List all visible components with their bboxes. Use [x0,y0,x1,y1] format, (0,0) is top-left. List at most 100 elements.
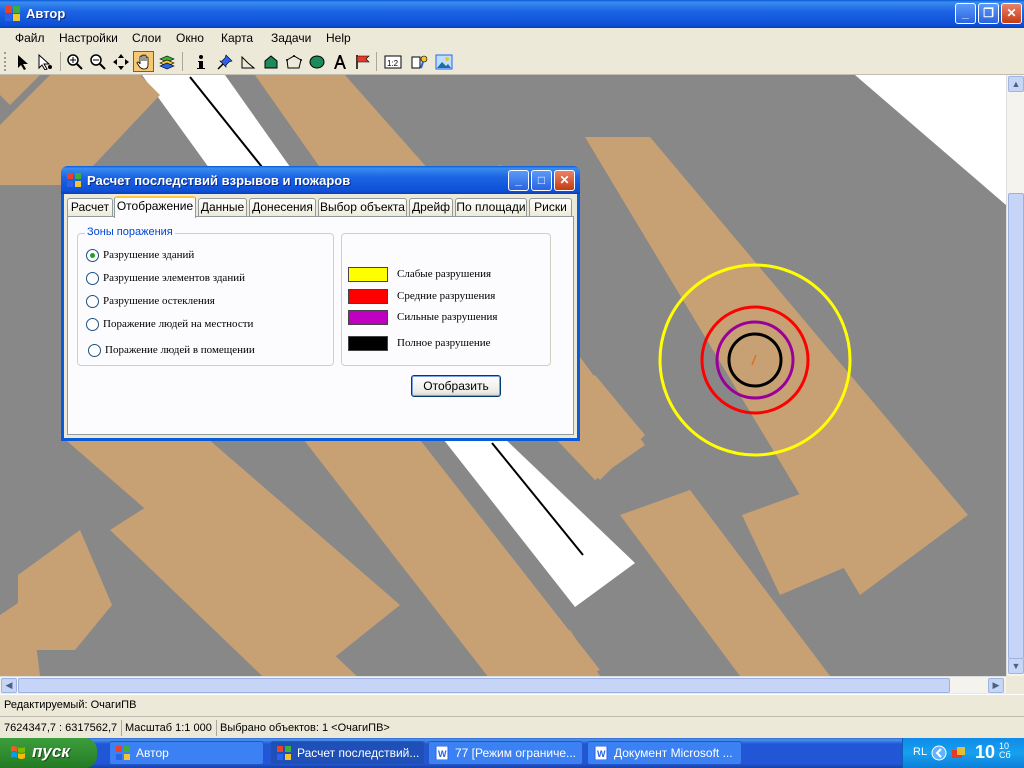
tab-risks[interactable]: Риски [529,198,572,217]
toolbar-grip[interactable] [4,52,7,71]
radio-button[interactable] [86,295,99,308]
pin-icon[interactable] [214,51,235,72]
status-divider [216,720,217,736]
status-bar-editing: Редактируемый: ОчагиПВ [0,694,1024,716]
dialog-title: Расчет последствий взрывов и пожаров [87,173,351,188]
task-author[interactable]: Автор [109,741,264,765]
menu-settings[interactable]: Настройки [59,31,118,45]
maximize-button[interactable]: ❐ [978,3,999,24]
radio-button[interactable] [86,272,99,285]
svg-text:W: W [438,749,447,759]
zones-group-title: Зоны поражения [85,226,175,238]
menu-bar: Файл Настройки Слои Окно Карта Задачи He… [0,28,1024,48]
horizontal-scroll-thumb[interactable] [18,678,950,693]
display-tab-panel: Зоны поражения Разрушение зданий Разруше… [67,216,574,435]
radio-label: Поражение людей на местности [103,318,254,330]
task-label: 77 [Режим ограниче... [455,746,577,760]
tray-app-icon[interactable] [951,745,967,761]
legend-label: Средние разрушения [397,290,496,302]
scroll-down-icon[interactable]: ▼ [1008,658,1024,674]
legend-swatch-full [348,336,388,351]
legend-label: Слабые разрушения [397,268,492,280]
radio-button[interactable] [88,344,101,357]
legend-swatch-strong [348,310,388,325]
polyline-icon[interactable] [237,51,258,72]
tab-object-select[interactable]: Выбор объекта [318,198,407,217]
explosion-calc-dialog: Расчет последствий взрывов и пожаров _ □… [61,166,580,441]
dialog-body: Расчет Отображение Данные Донесения Выбо… [64,194,577,438]
toolbar-separator [182,52,183,71]
app-icon [116,746,130,760]
zoom-in-icon[interactable] [64,51,85,72]
scroll-up-icon[interactable]: ▲ [1008,76,1024,92]
layers-icon[interactable] [156,51,177,72]
close-button[interactable]: ✕ [1001,3,1022,24]
word-doc-icon: W [435,746,449,760]
dialog-title-bar[interactable]: Расчет последствий взрывов и пожаров _ □… [61,166,580,194]
tab-strip: Расчет Отображение Данные Донесения Выбо… [67,196,574,218]
menu-map[interactable]: Карта [221,31,253,45]
language-indicator[interactable]: RL [913,746,927,758]
ellipse-icon[interactable] [306,51,327,72]
dialog-close-button[interactable]: ✕ [554,170,575,191]
radio-label: Разрушение элементов зданий [103,272,245,284]
tab-reports[interactable]: Донесения [249,198,316,217]
radio-label: Разрушение зданий [103,249,195,261]
arrow-select-icon[interactable] [12,51,33,72]
toolbar-separator [376,52,377,71]
scroll-right-icon[interactable]: ▶ [988,678,1004,693]
image-icon[interactable] [433,51,454,72]
editing-layer-text: Редактируемый: ОчагиПВ [4,699,137,711]
selected-objects-readout: Выбрано объектов: 1 <ОчагиПВ> [220,722,390,734]
settings-icon[interactable] [409,51,430,72]
menu-help[interactable]: Help [326,31,351,45]
text-icon[interactable] [329,51,350,72]
tab-data[interactable]: Данные [198,198,247,217]
flag-icon[interactable] [352,51,373,72]
clock-hour: 10 [975,742,996,762]
coords-readout: 7624347,7 : 6317562,7 [4,722,118,734]
minimize-button[interactable]: _ [955,3,976,24]
status-bar-info: 7624347,7 : 6317562,7 Масштаб 1:1 000 Вы… [0,716,1024,738]
hand-icon[interactable] [133,51,154,72]
menu-tasks[interactable]: Задачи [271,31,311,45]
horizontal-scrollbar[interactable]: ◀ ▶ [0,676,1006,693]
radio-button[interactable] [86,249,99,262]
task-word-document[interactable]: W Документ Microsoft ... [587,741,742,765]
info-icon[interactable] [190,51,211,72]
task-label: Документ Microsoft ... [614,746,733,760]
vertical-scrollbar[interactable]: ▲ ▼ [1006,75,1024,676]
scroll-left-icon[interactable]: ◀ [1,678,17,693]
show-button[interactable]: Отобразить [411,375,501,397]
clock-small: 10 Сб [999,742,1011,760]
vertical-scroll-thumb[interactable] [1008,193,1024,659]
scale-bar-icon[interactable]: 1:2 [382,51,403,72]
select-info-icon[interactable] [34,51,55,72]
legend-swatch-medium [348,289,388,304]
windows-flag-icon [11,746,25,759]
polygon-outline-icon[interactable] [283,51,304,72]
svg-text:W: W [597,749,606,759]
tab-drift[interactable]: Дрейф [409,198,453,217]
tray-arrow-icon[interactable] [931,745,947,761]
tab-by-area[interactable]: По площади [455,198,527,217]
toolbar: 1:2 [0,48,1024,75]
dialog-minimize-button[interactable]: _ [508,170,529,191]
dialog-maximize-button[interactable]: □ [531,170,552,191]
tab-display[interactable]: Отображение [114,196,196,218]
task-calc-dialog[interactable]: Расчет последствий... [270,741,425,765]
start-button[interactable]: пуск [0,738,97,768]
window-title: Автор [26,6,66,21]
toolbar-separator [60,52,61,71]
pan-move-icon[interactable] [110,51,131,72]
menu-window[interactable]: Окно [176,31,204,45]
polygon-icon[interactable] [260,51,281,72]
menu-layers[interactable]: Слои [132,31,161,45]
word-doc-icon: W [594,746,608,760]
task-word-restricted[interactable]: W 77 [Режим ограниче... [428,741,583,765]
zoom-out-icon[interactable] [87,51,108,72]
tab-calc[interactable]: Расчет [67,198,113,217]
clock-day: Сб [999,750,1011,760]
radio-button[interactable] [86,318,99,331]
menu-file[interactable]: Файл [15,31,45,45]
